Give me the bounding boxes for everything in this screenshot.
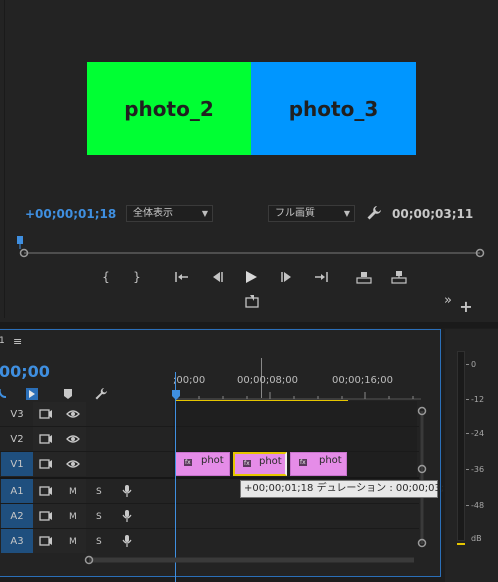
current-timecode[interactable]: +00;00;01;18 — [25, 207, 116, 221]
solo-button[interactable]: S — [96, 487, 102, 497]
duration-tooltip: +00;00;01;18 デュレーション : 00;00;03;11 — [240, 480, 457, 498]
film-icon[interactable] — [39, 510, 53, 522]
fx-badge: fx — [184, 459, 192, 466]
solo-button[interactable]: S — [96, 537, 102, 547]
film-icon[interactable] — [39, 458, 53, 470]
program-monitor: photo_2 photo_3 +00;00;01;18 全体表示 ▼ フル画質… — [0, 0, 498, 322]
snap-icon[interactable] — [0, 387, 13, 401]
linked-selection-icon[interactable] — [25, 387, 39, 401]
eye-icon[interactable] — [66, 458, 80, 470]
ruler-ticks — [175, 392, 421, 400]
go-to-out-icon[interactable] — [313, 269, 329, 285]
panel-menu-icon[interactable]: ≡ — [13, 335, 22, 348]
ruler-label: 00;00;16;00 — [332, 375, 394, 386]
vertical-scrollbar[interactable] — [417, 406, 427, 548]
solo-button[interactable]: S — [96, 512, 102, 522]
meter-unit: dB — [471, 534, 482, 543]
meter-label: -36 — [471, 465, 485, 474]
meter-tick — [466, 433, 469, 434]
playhead-scrubber[interactable] — [14, 233, 490, 263]
meter-tick — [466, 505, 469, 506]
add-marker-icon[interactable] — [61, 387, 75, 401]
audio-meter: 0 -12 -24 -36 -48 dB — [445, 329, 498, 582]
chevron-down-icon: ▼ — [201, 209, 208, 218]
time-ruler[interactable]: ;00;00 00;00;08;00 00;00;16;00 — [173, 372, 421, 400]
play-icon[interactable] — [243, 269, 259, 285]
track-name-a3[interactable]: A3 — [1, 529, 33, 553]
fx-badge: fx — [243, 460, 251, 467]
panel-edge — [4, 0, 5, 318]
timeline-timecode[interactable]: 00;00 — [0, 362, 50, 381]
eye-icon[interactable] — [66, 433, 80, 445]
meter-tick — [466, 364, 469, 365]
meter-tick — [466, 399, 469, 400]
zoom-dropdown-value: 全体表示 — [133, 208, 173, 219]
frame-clip-a: photo_2 — [87, 62, 251, 155]
step-forward-icon[interactable] — [279, 269, 295, 285]
timeline-panel: 1 ≡ 00;00 ;00;00 00;00;08;00 00;00;16;00 — [0, 329, 441, 582]
ruler-label: ;00;00 — [173, 375, 206, 386]
mute-button[interactable]: M — [69, 537, 77, 547]
meter-label: 0 — [471, 360, 477, 369]
wrench-icon[interactable] — [366, 205, 382, 221]
step-back-icon[interactable] — [209, 269, 225, 285]
sequence-tab-number[interactable]: 1 — [0, 336, 5, 346]
fx-badge: fx — [299, 459, 307, 466]
timeline-clip[interactable]: fx phot — [175, 452, 230, 476]
eye-icon[interactable] — [66, 408, 80, 420]
horizontal-scrollbar[interactable] — [79, 554, 419, 566]
track-name-v2[interactable]: V2 — [1, 427, 33, 451]
duration-timecode: 00;00;03;11 — [392, 207, 474, 221]
timeline-playhead-line[interactable] — [175, 372, 176, 582]
clip-name: phot — [201, 455, 224, 466]
microphone-icon[interactable] — [120, 485, 134, 497]
mark-in-icon[interactable]: { — [98, 269, 114, 285]
timeline-settings-wrench-icon[interactable] — [94, 387, 108, 401]
chevron-down-icon: ▼ — [343, 209, 350, 218]
playhead-handle[interactable] — [172, 390, 180, 400]
timeline-clip[interactable]: fx phot — [290, 452, 347, 476]
track-name-a1[interactable]: A1 — [1, 479, 33, 503]
lift-icon[interactable] — [356, 269, 372, 285]
extract-icon[interactable] — [391, 269, 407, 285]
meter-label: -12 — [471, 395, 485, 404]
timeline-clip-selected[interactable]: fx phot — [233, 452, 287, 476]
go-to-in-icon[interactable] — [174, 269, 190, 285]
ruler-label: 00;00;08;00 — [237, 375, 299, 386]
zoom-dropdown[interactable]: 全体表示 ▼ — [126, 205, 213, 222]
program-frame: photo_2 photo_3 — [87, 62, 416, 155]
frame-clip-b: photo_3 — [251, 62, 416, 155]
mark-out-icon[interactable]: } — [129, 269, 145, 285]
track-name-v3[interactable]: V3 — [1, 402, 33, 426]
film-icon[interactable] — [39, 433, 53, 445]
meter-peak-indicator — [457, 543, 465, 545]
panel-divider[interactable] — [0, 322, 498, 328]
microphone-icon[interactable] — [120, 535, 134, 547]
export-frame-icon[interactable] — [244, 293, 260, 309]
microphone-icon[interactable] — [120, 510, 134, 522]
add-button-icon[interactable]: + — [458, 297, 474, 316]
meter-label: -48 — [471, 501, 485, 510]
track-name-a2[interactable]: A2 — [1, 504, 33, 528]
quality-dropdown-value: フル画質 — [275, 208, 315, 219]
mute-button[interactable]: M — [69, 512, 77, 522]
clip-name: phot — [259, 456, 282, 467]
meter-tick — [466, 469, 469, 470]
film-icon[interactable] — [39, 408, 53, 420]
film-icon[interactable] — [39, 485, 53, 497]
quality-dropdown[interactable]: フル画質 ▼ — [268, 205, 355, 222]
meter-label: -24 — [471, 429, 485, 438]
track-name-v1[interactable]: V1 — [1, 452, 33, 476]
clip-name: phot — [319, 455, 342, 466]
film-icon[interactable] — [39, 535, 53, 547]
more-controls-icon[interactable]: » — [440, 292, 456, 308]
mute-button[interactable]: M — [69, 487, 77, 497]
meter-bar — [457, 351, 465, 541]
